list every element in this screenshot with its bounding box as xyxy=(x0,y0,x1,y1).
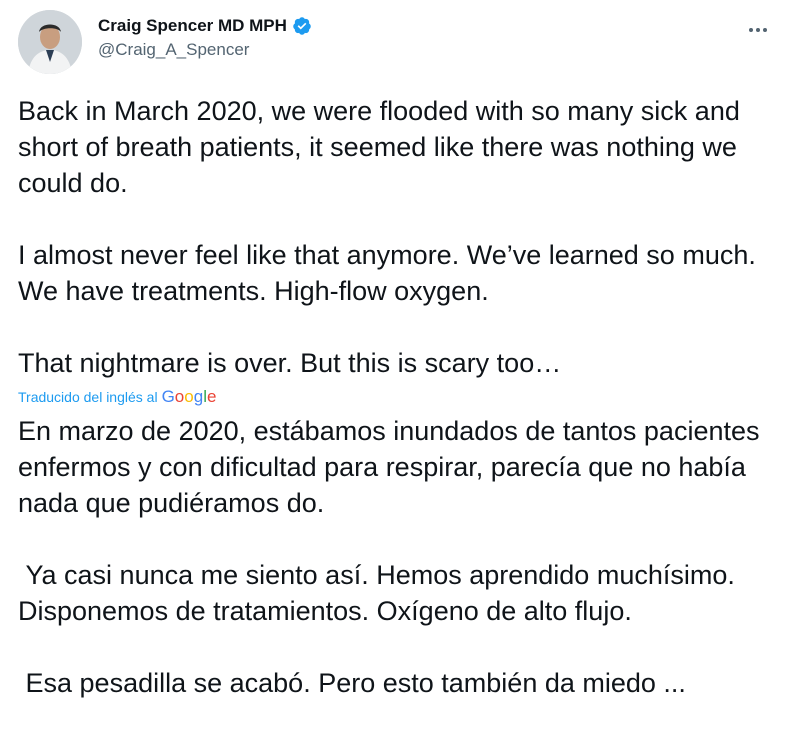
tweet: Craig Spencer MD MPH @Craig_A_Spencer Ba… xyxy=(0,0,800,756)
tweet-text: Back in March 2020, we were flooded with… xyxy=(18,93,776,381)
tweet-header: Craig Spencer MD MPH @Craig_A_Spencer xyxy=(18,10,782,74)
google-logo: Google xyxy=(161,387,217,406)
tweet-paragraph: Back in March 2020, we were flooded with… xyxy=(18,96,748,198)
translated-paragraph: Ya casi nunca me siento así. Hemos apren… xyxy=(18,560,743,626)
author-handle[interactable]: @Craig_A_Spencer xyxy=(98,40,312,60)
translated-paragraph: En marzo de 2020, estábamos inundados de… xyxy=(18,416,768,518)
translation-label: Traducido del inglés al xyxy=(18,389,158,405)
verified-badge-icon xyxy=(292,16,312,36)
display-name[interactable]: Craig Spencer MD MPH xyxy=(98,16,287,36)
translated-text: En marzo de 2020, estábamos inundados de… xyxy=(18,413,776,701)
display-name-row: Craig Spencer MD MPH xyxy=(98,16,312,36)
author-names: Craig Spencer MD MPH @Craig_A_Spencer xyxy=(98,16,312,60)
avatar-image xyxy=(18,10,82,74)
more-horizontal-icon[interactable] xyxy=(744,20,772,40)
tweet-paragraph: That nightmare is over. But this is scar… xyxy=(18,348,562,378)
avatar[interactable] xyxy=(18,10,82,74)
translation-attribution[interactable]: Traducido del inglés al Google xyxy=(18,386,776,408)
tweet-body: Back in March 2020, we were flooded with… xyxy=(18,93,776,701)
translated-paragraph: Esa pesadilla se acabó. Pero esto tambié… xyxy=(18,668,686,698)
tweet-paragraph: I almost never feel like that anymore. W… xyxy=(18,240,764,306)
